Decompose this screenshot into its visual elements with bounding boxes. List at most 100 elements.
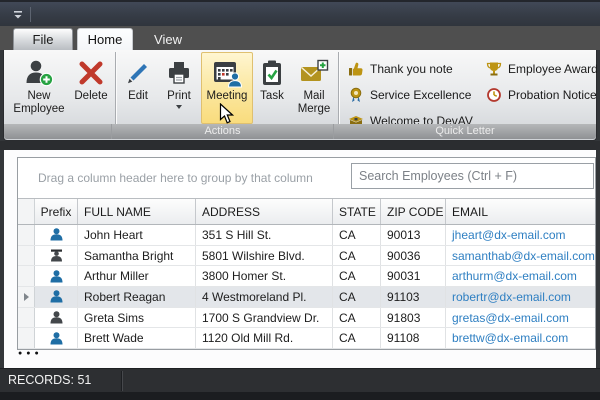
welcome-to-devav-button[interactable]: Welcome to DevAV (348, 108, 486, 124)
table-row[interactable]: Brett Wade 1120 Old Mill Rd. CA 91108 br… (18, 328, 595, 350)
medal-icon (350, 87, 362, 102)
male-person-icon (35, 225, 78, 245)
row-indicator (18, 245, 35, 266)
window-bottom-border (0, 392, 600, 400)
row-indicator-header (18, 199, 35, 224)
column-header-address[interactable]: ADDRESS (196, 199, 333, 224)
thank-you-note-button[interactable]: Thank you note (348, 56, 486, 82)
cell-zip: 90031 (381, 266, 446, 287)
cell-full-name: Greta Sims (78, 307, 196, 328)
status-bar: RECORDS: 51 (0, 368, 600, 392)
print-label: Print (167, 90, 191, 102)
cell-full-name: Samantha Bright (78, 245, 196, 266)
ribbon-tab-row: File Home View (0, 26, 600, 50)
ribbon-group-quick-letter: Thank you note Employee Award Service Ex… (340, 52, 598, 124)
meeting-label: Meeting (206, 90, 248, 102)
table-row[interactable]: Arthur Miller 3800 Homer St. CA 90031 ar… (18, 266, 595, 288)
cell-full-name: Arthur Miller (78, 266, 196, 287)
column-header-zip-code[interactable]: ZIP CODE (381, 199, 446, 224)
new-employee-button[interactable]: New Employee (8, 52, 70, 124)
column-header-full-name[interactable]: FULL NAME (78, 199, 196, 224)
cell-full-name: Brett Wade (78, 328, 196, 349)
table-row[interactable]: Samantha Bright 5801 Wilshire Blvd. CA 9… (18, 245, 595, 267)
print-button[interactable]: Print (157, 52, 201, 124)
delete-button[interactable]: Delete (70, 52, 112, 124)
tab-view[interactable]: View (146, 28, 190, 50)
cell-state: CA (333, 225, 381, 245)
cell-state: CA (333, 287, 381, 307)
female-person-icon (35, 307, 78, 328)
print-dropdown-arrow-icon[interactable] (176, 105, 182, 109)
group-by-panel[interactable]: Drag a column header here to group by th… (18, 158, 595, 199)
cell-email-link[interactable]: gretas@dx-email.com (446, 308, 595, 328)
table-row-selected[interactable]: Robert Reagan 4 Westmoreland Pl. CA 9110… (18, 287, 595, 308)
statusbar-separator (122, 371, 123, 391)
group-caption-actions: Actions (112, 124, 334, 139)
cell-email-link[interactable]: samanthab@dx-email.com (446, 246, 595, 266)
window-frame-band (0, 141, 600, 150)
records-count: RECORDS: 51 (8, 373, 92, 387)
cell-address: 3800 Homer St. (196, 266, 333, 287)
edit-button[interactable]: Edit (119, 52, 157, 124)
selected-row-indicator (18, 287, 35, 307)
data-pager-ellipsis[interactable]: ●●● (18, 350, 43, 357)
ribbon-group-employees: New Employee Delete (8, 50, 114, 124)
thumbs-up-icon (349, 62, 363, 76)
mail-plus-icon (299, 56, 329, 90)
doctor-person-icon (35, 245, 78, 266)
cell-zip: 90036 (381, 245, 446, 266)
cell-state: CA (333, 245, 381, 266)
cell-address: 351 S Hill St. (196, 225, 333, 245)
cell-email-link[interactable]: brettw@dx-email.com (446, 328, 595, 348)
cell-email-link[interactable]: jheart@dx-email.com (446, 225, 595, 245)
probation-notice-button[interactable]: Probation Notice (486, 82, 598, 108)
welcome-gift-icon (349, 116, 363, 124)
ribbon-caption-row: Actions Quick Letter (4, 124, 596, 139)
cell-zip: 91108 (381, 328, 446, 349)
search-input[interactable] (351, 163, 594, 189)
male-person-icon (35, 287, 78, 307)
cell-address: 4 Westmoreland Pl. (196, 287, 333, 307)
column-header-state[interactable]: STATE (333, 199, 381, 224)
cell-address: 1120 Old Mill Rd. (196, 328, 333, 349)
cell-full-name: John Heart (78, 225, 196, 245)
cell-state: CA (333, 328, 381, 349)
service-excellence-button[interactable]: Service Excellence (348, 82, 486, 108)
column-header-email[interactable]: EMAIL (446, 199, 595, 224)
row-indicator (18, 307, 35, 328)
row-arrow-icon (23, 292, 29, 301)
cell-state: CA (333, 307, 381, 328)
chevron-down-icon (14, 10, 22, 18)
tab-file[interactable]: File (13, 28, 73, 50)
quick-letter-label: Thank you note (370, 62, 453, 76)
male-person-icon (35, 266, 78, 287)
task-label: Task (260, 90, 284, 102)
cell-zip: 90013 (381, 225, 446, 245)
row-indicator (18, 266, 35, 287)
cell-address: 1700 S Grandview Dr. (196, 307, 333, 328)
grid-header-row: Prefix FULL NAME ADDRESS STATE ZIP CODE … (18, 199, 595, 225)
mouse-cursor (219, 103, 234, 124)
tab-home[interactable]: Home (77, 28, 133, 50)
mail-merge-button[interactable]: Mail Merge (291, 52, 337, 124)
ribbon: New Employee Delete Edit Print Meeting T… (3, 50, 598, 141)
quick-letter-label: Probation Notice (508, 88, 597, 102)
quick-letter-label: Employee Award (508, 62, 598, 76)
main-content: Drag a column header here to group by th… (4, 150, 596, 368)
cell-address: 5801 Wilshire Blvd. (196, 245, 333, 266)
cell-email-link[interactable]: robertr@dx-email.com (446, 287, 595, 307)
quick-access-dropdown-button[interactable] (10, 8, 26, 22)
task-button[interactable]: Task (253, 52, 291, 124)
person-add-icon (24, 56, 54, 90)
mail-merge-label: Mail Merge (297, 90, 331, 115)
edit-label: Edit (128, 90, 148, 102)
clock-icon (487, 88, 501, 102)
table-row[interactable]: John Heart 351 S Hill St. CA 90013 jhear… (18, 225, 595, 246)
table-row[interactable]: Greta Sims 1700 S Grandview Dr. CA 91803… (18, 307, 595, 329)
new-employee-label: New Employee (13, 90, 65, 115)
cell-email-link[interactable]: arthurm@dx-email.com (446, 266, 595, 286)
cell-state: CA (333, 266, 381, 287)
column-header-prefix[interactable]: Prefix (35, 199, 78, 224)
cell-zip: 91103 (381, 287, 446, 307)
employee-award-button[interactable]: Employee Award (486, 56, 598, 82)
